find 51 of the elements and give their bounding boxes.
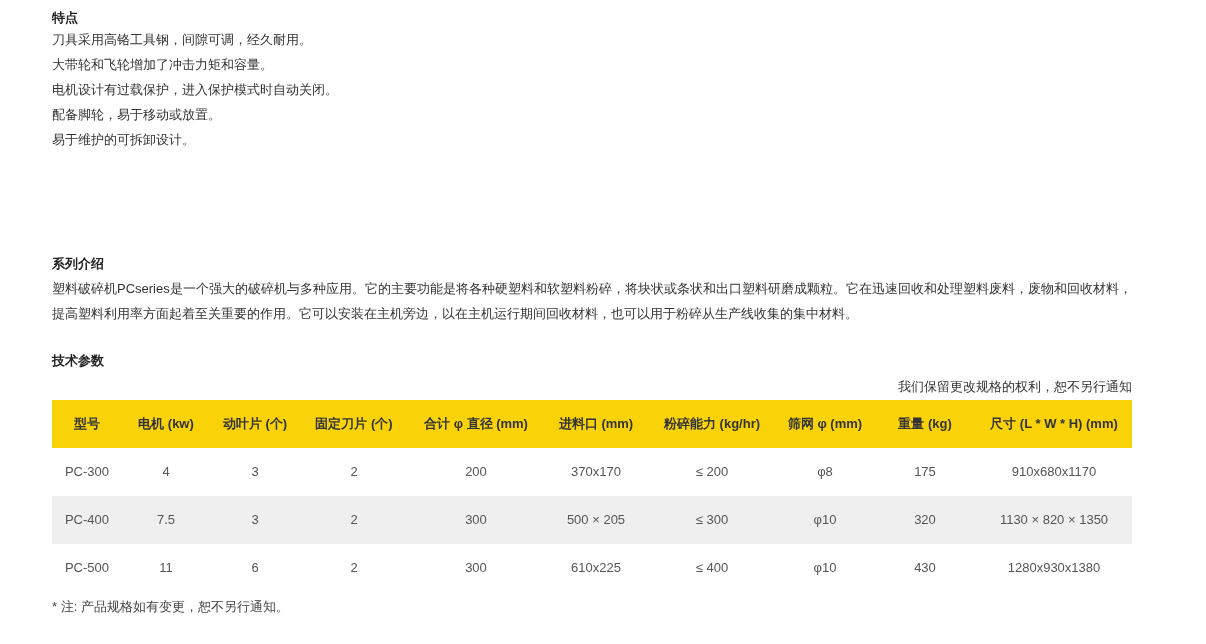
footnote-text: * 注: 产品规格如有变更，恕不另行通知。 xyxy=(52,598,290,616)
table-cell: 2 xyxy=(300,544,408,592)
table-cell: φ10 xyxy=(776,544,874,592)
table-cell: PC-300 xyxy=(52,448,122,496)
column-header: 尺寸 (L * W * H) (mm) xyxy=(976,400,1132,448)
section-heading: 技术参数 xyxy=(52,352,105,370)
table-cell: 430 xyxy=(874,544,976,592)
column-header: 电机 (kw) xyxy=(122,400,210,448)
feature-line: 大带轮和飞轮增加了冲击力矩和容量。 xyxy=(52,56,274,74)
section-heading: 特点 xyxy=(52,9,79,27)
table-cell: 3 xyxy=(210,448,300,496)
section-heading: 系列介绍 xyxy=(52,255,105,273)
table-cell: 500 × 205 xyxy=(544,496,648,544)
table-cell: 6 xyxy=(210,544,300,592)
table-cell: 370x170 xyxy=(544,448,648,496)
table-cell: 300 xyxy=(408,496,544,544)
feature-line: 刀具采用高铬工具钢，间隙可调，经久耐用。 xyxy=(52,31,313,49)
table-cell: 7.5 xyxy=(122,496,210,544)
table-cell: PC-400 xyxy=(52,496,122,544)
intro-paragraph: 塑料破碎机PCseries是一个强大的破碎机与多种应用。它的主要功能是将各种硬塑料和软塑料粉碎，将块状或条状和出口塑料研磨成颗粒。它在迅速回收和处理塑料废料，废物和回收材料，提高塑料利用率方面起着至关重要的作用。它可以安装在主机旁边，以在主机运行期间回收材料，也可以用于粉碎从生产线收集的集中材料。 xyxy=(52,280,1132,323)
table-cell: ≤ 300 xyxy=(648,496,776,544)
table-cell: ≤ 200 xyxy=(648,448,776,496)
table-cell: PC-500 xyxy=(52,544,122,592)
feature-line: 电机设计有过载保护，进入保护模式时自动关闭。 xyxy=(52,81,339,99)
column-header: 重量 (kg) xyxy=(874,400,976,448)
notice-text: 我们保留更改规格的权利，恕不另行通知 xyxy=(897,378,1132,396)
feature-line: 配备脚轮，易于移动或放置。 xyxy=(52,106,222,124)
column-header: 型号 xyxy=(52,400,122,448)
table-cell: 2 xyxy=(300,496,408,544)
table-cell: 910x680x1170 xyxy=(976,448,1132,496)
table-cell: 200 xyxy=(408,448,544,496)
column-header: 进料口 (mm) xyxy=(544,400,648,448)
table-cell: 300 xyxy=(408,544,544,592)
column-header: 筛网 φ (mm) xyxy=(776,400,874,448)
column-header: 合计 φ 直径 (mm) xyxy=(408,400,544,448)
table-cell: 610x225 xyxy=(544,544,648,592)
table-cell: φ10 xyxy=(776,496,874,544)
table-cell: 11 xyxy=(122,544,210,592)
table-cell: 4 xyxy=(122,448,210,496)
column-header: 粉碎能力 (kg/hr) xyxy=(648,400,776,448)
table-cell: 2 xyxy=(300,448,408,496)
table-cell: 3 xyxy=(210,496,300,544)
table-cell: ≤ 400 xyxy=(648,544,776,592)
table-cell: 320 xyxy=(874,496,976,544)
table-cell: 1130 × 820 × 1350 xyxy=(976,496,1132,544)
column-header: 固定刀片 (个) xyxy=(300,400,408,448)
feature-line: 易于维护的可拆卸设计。 xyxy=(52,131,196,149)
table-cell: 175 xyxy=(874,448,976,496)
table-cell: φ8 xyxy=(776,448,874,496)
table-cell: 1280x930x1380 xyxy=(976,544,1132,592)
column-header: 动叶片 (个) xyxy=(210,400,300,448)
